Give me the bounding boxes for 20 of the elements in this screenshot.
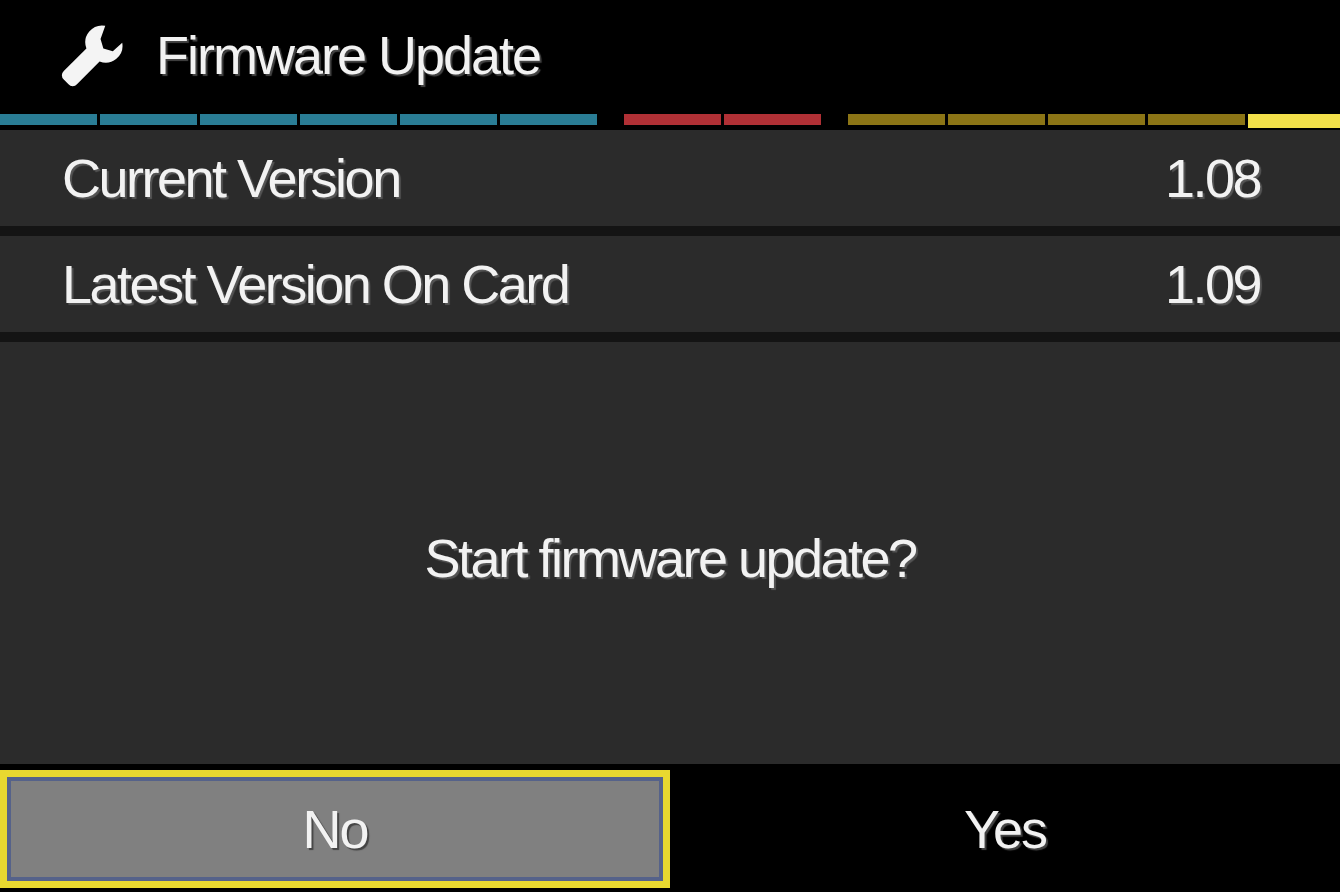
row-label: Latest Version On Card (62, 253, 569, 315)
header-title: Firmware Update (156, 24, 541, 86)
menu-tab[interactable] (100, 114, 197, 125)
row-value: 1.09 (1164, 253, 1260, 315)
menu-tab[interactable] (400, 114, 497, 125)
menu-tab[interactable] (200, 114, 297, 125)
menu-tab[interactable] (500, 114, 597, 125)
menu-tab[interactable] (948, 114, 1045, 125)
menu-tab[interactable] (724, 114, 821, 125)
menu-tab[interactable] (1248, 114, 1340, 128)
menu-tab[interactable] (848, 114, 945, 125)
row-value: 1.08 (1164, 147, 1260, 209)
menu-tab[interactable] (1048, 114, 1145, 125)
prompt-text: Start firmware update? (424, 527, 916, 589)
dialog-button[interactable]: No (0, 770, 670, 888)
menu-tab[interactable] (624, 114, 721, 125)
menu-tab[interactable] (0, 114, 97, 125)
menu-tab[interactable] (1148, 114, 1245, 125)
menu-tab[interactable] (300, 114, 397, 125)
row-label: Current Version (62, 147, 400, 209)
